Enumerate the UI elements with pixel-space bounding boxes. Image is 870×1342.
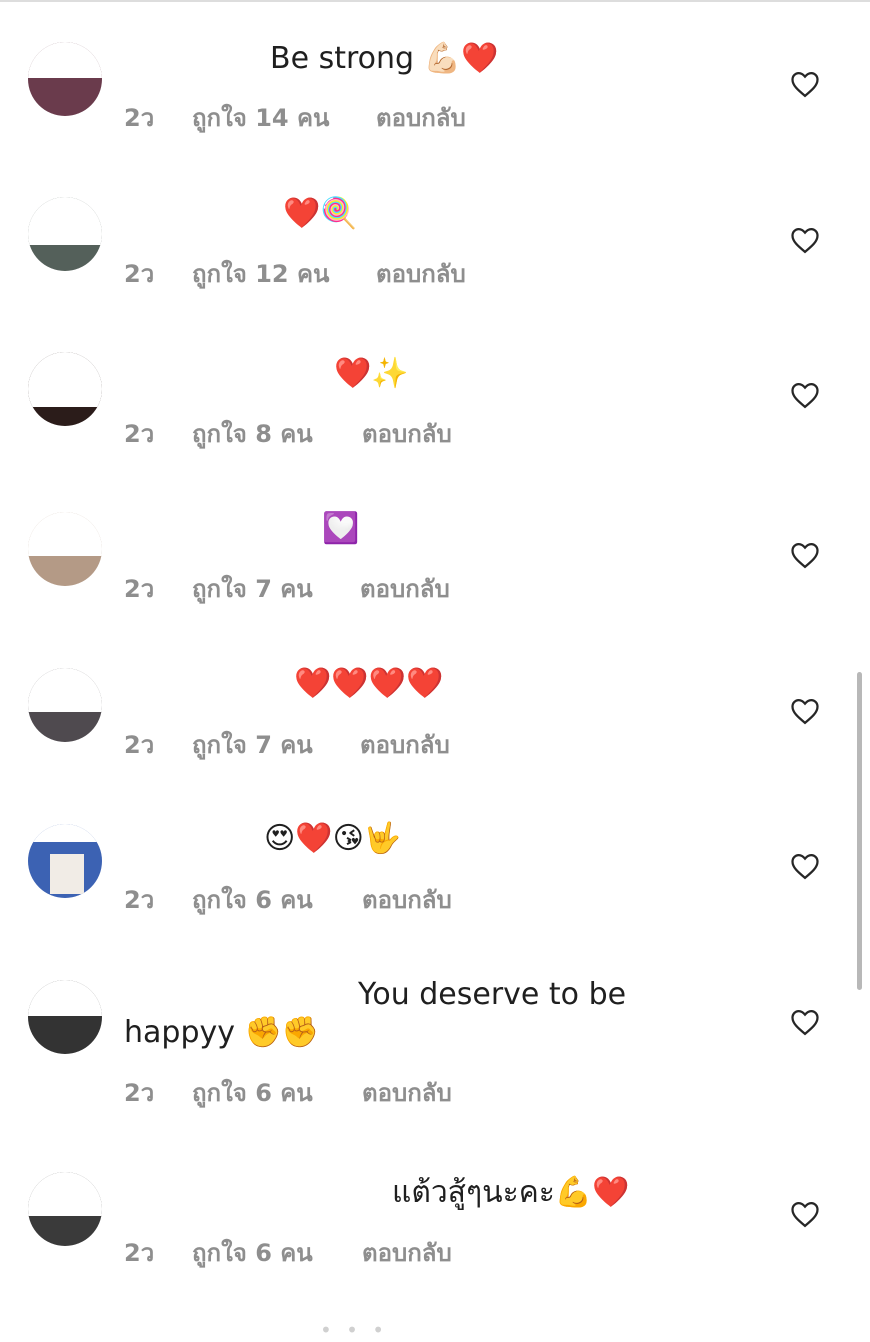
comment-text: แต้วสู้ๆนะคะ💪❤️ <box>392 1175 630 1210</box>
reply-button[interactable]: ตอบกลับ <box>362 1073 452 1112</box>
timestamp: 2ว <box>124 731 155 759</box>
likes-count[interactable]: ถูกใจ 7 คน <box>192 569 313 608</box>
avatar[interactable] <box>28 980 102 1054</box>
avatar[interactable] <box>28 668 102 742</box>
comment-text-line2: happyy ✊✊ <box>124 1015 320 1050</box>
reply-button[interactable]: ตอบกลับ <box>360 725 450 764</box>
avatar[interactable] <box>28 197 102 271</box>
timestamp: 2ว <box>124 104 155 132</box>
timestamp: 2ว <box>124 886 155 914</box>
timestamp: 2ว <box>124 1079 155 1107</box>
comment-text: ❤️🍭 <box>283 196 358 231</box>
avatar[interactable] <box>28 352 102 426</box>
reply-button[interactable]: ตอบกลับ <box>376 98 466 137</box>
timestamp: 2ว <box>124 420 155 448</box>
likes-count[interactable]: ถูกใจ 6 คน <box>192 880 313 919</box>
reply-button[interactable]: ตอบกลับ <box>362 880 452 919</box>
reply-button[interactable]: ตอบกลับ <box>360 569 450 608</box>
scrollbar[interactable] <box>857 672 862 990</box>
comment-text: 😍❤️😘🤟 <box>264 821 402 856</box>
heart-outline-icon[interactable] <box>790 381 820 409</box>
timestamp: 2ว <box>124 1239 155 1267</box>
likes-count[interactable]: ถูกใจ 7 คน <box>192 725 313 764</box>
reply-button[interactable]: ตอบกลับ <box>362 414 452 453</box>
timestamp: 2ว <box>124 575 155 603</box>
likes-count[interactable]: ถูกใจ 8 คน <box>192 414 313 453</box>
heart-outline-icon[interactable] <box>790 226 820 254</box>
next-comment-partial: • • • <box>320 1318 389 1342</box>
avatar[interactable] <box>28 512 102 586</box>
heart-outline-icon[interactable] <box>790 1200 820 1228</box>
avatar[interactable] <box>28 824 102 898</box>
likes-count[interactable]: ถูกใจ 14 คน <box>192 98 329 137</box>
likes-count[interactable]: ถูกใจ 12 คน <box>192 254 329 293</box>
timestamp: 2ว <box>124 260 155 288</box>
comment-text: ❤️❤️❤️❤️ <box>294 666 444 701</box>
likes-count[interactable]: ถูกใจ 6 คน <box>192 1233 313 1272</box>
top-divider <box>0 0 870 2</box>
avatar[interactable] <box>28 42 102 116</box>
likes-count[interactable]: ถูกใจ 6 คน <box>192 1073 313 1112</box>
heart-outline-icon[interactable] <box>790 70 820 98</box>
comment-text: 💟 <box>322 511 360 546</box>
heart-outline-icon[interactable] <box>790 541 820 569</box>
comment-text: ❤️✨ <box>334 356 409 391</box>
heart-outline-icon[interactable] <box>790 1008 820 1036</box>
comment-text: Be strong 💪🏻❤️ <box>270 41 499 76</box>
reply-button[interactable]: ตอบกลับ <box>362 1233 452 1272</box>
comment-text: You deserve to be <box>358 977 627 1012</box>
heart-outline-icon[interactable] <box>790 852 820 880</box>
avatar[interactable] <box>28 1172 102 1246</box>
reply-button[interactable]: ตอบกลับ <box>376 254 466 293</box>
heart-outline-icon[interactable] <box>790 697 820 725</box>
